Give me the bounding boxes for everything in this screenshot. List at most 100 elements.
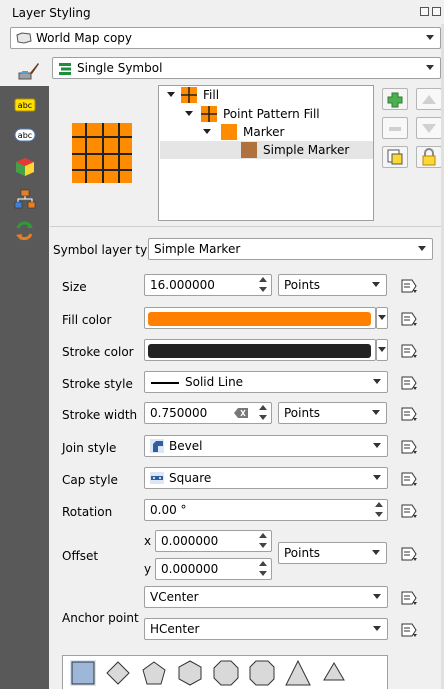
stroke-width-label: Stroke width <box>62 408 138 422</box>
hexagon-shape-icon[interactable] <box>177 660 203 686</box>
join-style-select[interactable]: Bevel <box>144 435 388 457</box>
data-defined-override-icon[interactable] <box>398 373 420 393</box>
offset-x-value: 0.000000 <box>161 534 219 548</box>
data-defined-override-icon[interactable] <box>398 341 420 361</box>
pentagon-shape-icon[interactable] <box>141 660 167 686</box>
spinner-icon[interactable] <box>256 404 270 422</box>
chevron-down-icon <box>426 35 434 40</box>
solid-line-icon <box>151 382 179 384</box>
data-defined-override-icon[interactable] <box>398 588 420 608</box>
data-defined-override-icon[interactable] <box>398 620 420 640</box>
offset-y-label: y <box>144 562 152 576</box>
spinner-icon[interactable] <box>256 276 270 294</box>
spinner-icon[interactable] <box>372 501 386 519</box>
data-defined-override-icon[interactable] <box>398 469 420 489</box>
chevron-down-icon <box>373 443 381 448</box>
stroke-color-button[interactable] <box>144 339 376 361</box>
size-input[interactable]: 16.000000 <box>144 274 272 296</box>
offset-y-input[interactable]: 0.000000 <box>155 558 272 580</box>
stroke-width-unit-value: Points <box>284 406 321 420</box>
stroke-style-label: Stroke style <box>62 377 133 391</box>
expand-icon[interactable] <box>185 111 193 116</box>
duplicate-symbol-layer-button[interactable] <box>382 146 408 168</box>
labels-icon[interactable]: abc <box>14 94 36 116</box>
join-style-value: Bevel <box>169 439 203 453</box>
data-defined-override-icon[interactable] <box>398 309 420 329</box>
3d-view-icon[interactable] <box>14 156 36 178</box>
symbol-preview <box>72 123 132 183</box>
add-symbol-layer-button[interactable] <box>382 88 408 110</box>
title-bar: Layer Styling <box>0 0 444 24</box>
join-style-label: Join style <box>62 441 117 455</box>
layer-select[interactable]: World Map copy <box>10 27 441 49</box>
style-side-toolbar: abc abc <box>0 86 49 689</box>
anchor-horizontal-select[interactable]: HCenter <box>144 618 388 640</box>
expand-icon[interactable] <box>167 92 175 97</box>
diamond-shape-icon[interactable] <box>105 660 131 686</box>
offset-unit-select[interactable]: Points <box>278 542 387 564</box>
square-shape-icon[interactable] <box>69 659 97 687</box>
octagon-shape-icon[interactable] <box>213 660 239 686</box>
move-up-button[interactable] <box>416 88 442 110</box>
paintbrush-icon <box>18 63 39 80</box>
fill-symbol-icon <box>181 87 197 103</box>
tree-item-simple-marker[interactable]: Simple Marker <box>159 141 373 159</box>
rotation-value: 0.00 ° <box>150 503 187 517</box>
offset-label: Offset <box>62 549 99 563</box>
renderer-select[interactable]: Single Symbol <box>52 57 441 79</box>
simple-marker-icon <box>241 142 257 158</box>
chevron-down-icon <box>373 594 381 599</box>
stroke-style-select[interactable]: Solid Line <box>144 371 388 393</box>
data-defined-override-icon[interactable] <box>398 437 420 457</box>
clear-icon[interactable] <box>234 408 248 418</box>
data-defined-override-icon[interactable] <box>398 276 420 296</box>
triangle-shape-icon[interactable] <box>285 660 311 686</box>
fill-color-button[interactable] <box>144 307 376 329</box>
close-icon[interactable] <box>432 7 441 16</box>
diagrams-icon[interactable] <box>14 188 36 210</box>
stroke-color-menu-button[interactable] <box>376 339 388 361</box>
chevron-down-icon <box>372 550 380 555</box>
duplicate-icon <box>387 149 403 165</box>
spinner-icon[interactable] <box>256 560 270 578</box>
layer-select-value: World Map copy <box>36 31 132 45</box>
remove-symbol-layer-button[interactable] <box>382 117 408 139</box>
offset-x-input[interactable]: 0.000000 <box>155 530 272 552</box>
cap-style-value: Square <box>169 471 212 485</box>
small-triangle-shape-icon[interactable] <box>321 660 347 686</box>
tree-item-marker[interactable]: Marker <box>159 123 373 141</box>
spinner-icon[interactable] <box>256 532 270 550</box>
symbol-layer-type-select[interactable]: Simple Marker <box>148 238 433 260</box>
arrow-up-icon <box>422 95 436 104</box>
tree-item-fill[interactable]: Fill <box>159 86 373 104</box>
rounded-square-shape-icon[interactable] <box>249 660 275 686</box>
square-cap-icon <box>150 472 164 484</box>
lock-icon <box>422 148 436 166</box>
history-icon[interactable] <box>14 220 36 242</box>
lock-layer-button[interactable] <box>416 146 442 168</box>
fill-color-menu-button[interactable] <box>376 307 388 329</box>
masks-icon[interactable]: abc <box>14 124 36 146</box>
point-pattern-fill-icon <box>201 106 217 122</box>
marker-shape-list <box>62 655 388 689</box>
symbol-layer-tree[interactable]: Fill Point Pattern Fill Marker Simple Ma… <box>158 85 374 221</box>
size-unit-value: Points <box>284 278 321 292</box>
tree-item-point-pattern-fill[interactable]: Point Pattern Fill <box>159 105 373 123</box>
stroke-width-input[interactable]: 0.750000 <box>144 402 272 424</box>
cap-style-select[interactable]: Square <box>144 467 388 489</box>
offset-y-value: 0.000000 <box>161 562 219 576</box>
expand-icon[interactable] <box>203 129 211 134</box>
float-icon[interactable] <box>420 7 429 16</box>
stroke-width-unit-select[interactable]: Points <box>278 402 387 424</box>
move-down-button[interactable] <box>416 117 442 139</box>
size-unit-select[interactable]: Points <box>278 274 387 296</box>
data-defined-override-icon[interactable] <box>398 544 420 564</box>
data-defined-override-icon[interactable] <box>398 404 420 424</box>
anchor-vertical-select[interactable]: VCenter <box>144 586 388 608</box>
rotation-input[interactable]: 0.00 ° <box>144 499 388 521</box>
fill-color-label: Fill color <box>62 313 112 327</box>
symbol-layer-type-label: Symbol layer type <box>53 243 163 257</box>
data-defined-override-icon[interactable] <box>398 501 420 521</box>
chevron-down-icon <box>373 475 381 480</box>
tree-item-label: Fill <box>203 88 220 102</box>
